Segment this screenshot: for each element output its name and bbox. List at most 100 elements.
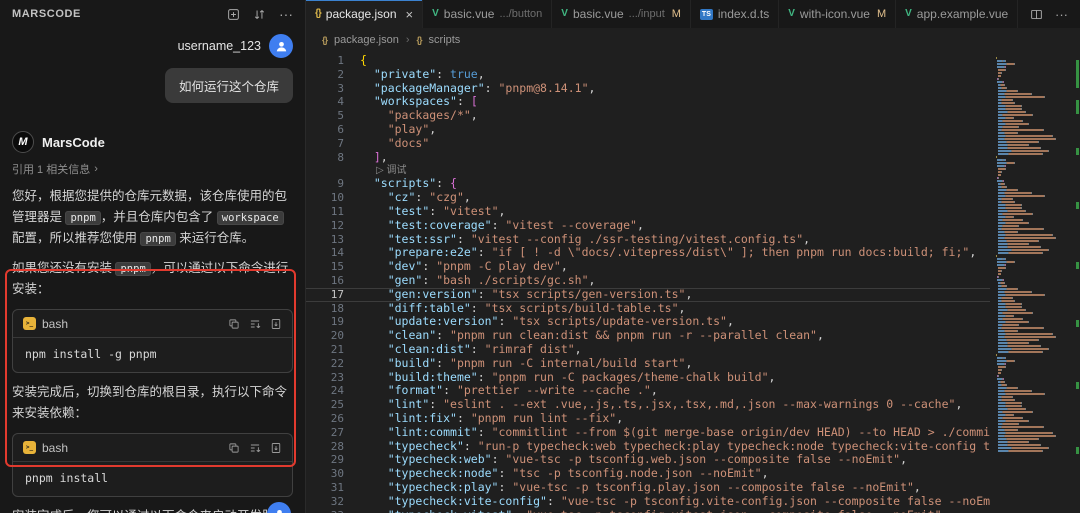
code-line[interactable]: 28 "typecheck": "run-p typecheck:web typ… [306,440,990,454]
overview-ruler [1076,52,1079,513]
code-line[interactable]: 15 "dev": "pnpm -C play dev", [306,260,990,274]
code-line-text: "typecheck:vite-config": "vue-tsc -p tsc… [344,495,990,509]
chat-code-block: >_bash npm install -g pnpm [12,309,293,373]
code-line[interactable]: 29 "typecheck:web": "vue-tsc -p tsconfig… [306,453,990,467]
code-line-text: "clean": "pnpm run clean:dist && pnpm ru… [344,329,824,343]
line-number: 7 [306,137,344,151]
new-chat-icon[interactable] [227,8,240,21]
code-line[interactable]: 22 "build": "pnpm run -C internal/build … [306,357,990,371]
code-line[interactable]: 33 "typecheck:vitest": "vue-tsc -p tscon… [306,509,990,513]
line-number: 32 [306,495,344,509]
insert-into-file-icon[interactable] [270,442,282,454]
assistant-paragraph: 安装完成后，切换到仓库的根目录，执行以下命令来安装依赖： [12,382,293,424]
line-number: 21 [306,343,344,357]
line-number: 10 [306,191,344,205]
tab-with-icon.vue[interactable]: Vwith-icon.vueM [779,0,896,28]
tab-path: .../button [499,8,542,20]
insert-into-file-icon[interactable] [270,318,282,330]
code-line[interactable]: 8 ], [306,151,990,165]
assistant-message-body: 您好，根据您提供的仓库元数据，该仓库使用的包管理器是 pnpm，并且仓库内包含了… [12,186,293,513]
code-line[interactable]: 1{ [306,54,990,68]
code-line[interactable]: 10 "cz": "czg", [306,191,990,205]
code-line-text: "dev": "pnpm -C play dev", [344,260,568,274]
reference-link[interactable]: 引用 1 相关信息 › [12,161,98,177]
code-content[interactable]: 1{2 "private": true,3 "packageManager": … [306,52,990,513]
sort-icon[interactable] [253,8,266,21]
code-line[interactable]: 27 "lint:commit": "commitlint --from $(g… [306,426,990,440]
code-line[interactable]: 16 "gen": "bash ./scripts/gc.sh", [306,274,990,288]
code-line[interactable]: 11 "test": "vitest", [306,205,990,219]
code-line-text: "diff:table": "tsx scripts/build-table.t… [344,302,685,316]
code-line[interactable]: 32 "typecheck:vite-config": "vue-tsc -p … [306,495,990,509]
close-icon[interactable]: × [406,7,414,22]
code-line[interactable]: 5 "packages/*", [306,109,990,123]
code-line[interactable]: 31 "typecheck:play": "vue-tsc -p tsconfi… [306,481,990,495]
code-line[interactable]: 6 "play", [306,123,990,137]
code-line[interactable]: 18 "diff:table": "tsx scripts/build-tabl… [306,302,990,316]
vue-file-icon: V [905,9,912,19]
code-line[interactable]: 13 "test:ssr": "vitest --config ./ssr-te… [306,233,990,247]
code-line[interactable]: 20 "clean": "pnpm run clean:dist && pnpm… [306,329,990,343]
code-line[interactable]: 25 "lint": "eslint . --ext .vue,.js,.ts,… [306,398,990,412]
line-number: 14 [306,246,344,260]
tab-bar: {}package.json×Vbasic.vue.../buttonVbasi… [306,0,1080,28]
tab-app.example.vue[interactable]: Vapp.example.vue [896,0,1018,28]
tab-basic.vue[interactable]: Vbasic.vue.../button [423,0,552,28]
code-line[interactable]: 2 "private": true, [306,68,990,82]
breadcrumb-item-symbol[interactable]: scripts [429,34,461,46]
line-number: 8 [306,151,344,165]
insert-at-cursor-icon[interactable] [249,318,261,330]
code-line[interactable]: 17 "gen:version": "tsx scripts/gen-versi… [306,288,990,302]
ts-file-icon: TS [700,9,713,20]
line-number: 23 [306,371,344,385]
code-line[interactable]: 7 "docs" [306,137,990,151]
tab-label: index.d.ts [718,7,769,21]
tab-label: basic.vue [573,7,624,21]
code-line-text: "prepare:e2e": "if [ ! -d \"docs/.vitepr… [344,246,976,260]
chat-topbar: MARSCODE ··· [0,0,305,28]
code-block-content: pnpm install [13,461,292,496]
minimap[interactable] [990,52,1080,513]
modified-badge: M [877,8,886,20]
code-line[interactable]: 24 "format": "prettier --write --cache .… [306,384,990,398]
code-language-label: bash [42,317,68,331]
code-line[interactable]: 14 "prepare:e2e": "if [ ! -d \"docs/.vit… [306,246,990,260]
split-editor-icon[interactable] [1030,8,1043,21]
user-message-row: 如何运行这个仓库 [12,68,293,103]
copy-icon[interactable] [228,442,240,454]
code-line[interactable]: 23 "build:theme": "pnpm run -C packages/… [306,371,990,385]
code-line-text: "lint:fix": "pnpm run lint --fix", [344,412,623,426]
code-line[interactable]: 26 "lint:fix": "pnpm run lint --fix", [306,412,990,426]
assistant-paragraph: 安装完成后，您可以通过以下命令来启动开发服务器： [12,506,293,513]
more-actions-icon[interactable]: ··· [1055,7,1068,22]
code-line-text: "play", [344,123,436,137]
code-line[interactable]: 12 "test:coverage": "vitest --coverage", [306,219,990,233]
tab-index.d.ts[interactable]: TS index.d.ts [691,0,779,28]
line-number: 27 [306,426,344,440]
username: username_123 [178,39,261,53]
code-block-content: npm install -g pnpm [13,337,292,372]
line-number: 2 [306,68,344,82]
code-line[interactable]: 19 "update:version": "tsx scripts/update… [306,315,990,329]
code-line-text: "gen:version": "tsx scripts/gen-version.… [344,288,692,302]
code-line[interactable]: 9 "scripts": { [306,177,990,191]
code-line-text: "gen": "bash ./scripts/gc.sh", [344,274,595,288]
breadcrumb-item-file[interactable]: package.json [334,34,399,46]
tab-basic.vue[interactable]: Vbasic.vue.../inputM [552,0,691,28]
user-avatar[interactable] [269,34,293,58]
code-line[interactable]: 4 "workspaces": [ [306,95,990,109]
code-line-text: "build:theme": "pnpm run -C packages/the… [344,371,775,385]
line-number: 3 [306,82,344,96]
tab-label: with-icon.vue [800,7,870,21]
line-number: 13 [306,233,344,247]
copy-icon[interactable] [228,318,240,330]
insert-at-cursor-icon[interactable] [249,442,261,454]
tab-path: .../input [629,8,665,20]
code-line[interactable]: 21 "clean:dist": "rimraf dist", [306,343,990,357]
code-line-text: "packageManager": "pnpm@8.14.1", [344,82,595,96]
more-options-icon[interactable]: ··· [279,6,293,22]
code-line[interactable]: 30 "typecheck:node": "tsc -p tsconfig.no… [306,467,990,481]
code-line[interactable]: 3 "packageManager": "pnpm@8.14.1", [306,82,990,96]
inline-code: pnpm [65,211,100,225]
tab-package.json[interactable]: {}package.json× [306,0,423,28]
